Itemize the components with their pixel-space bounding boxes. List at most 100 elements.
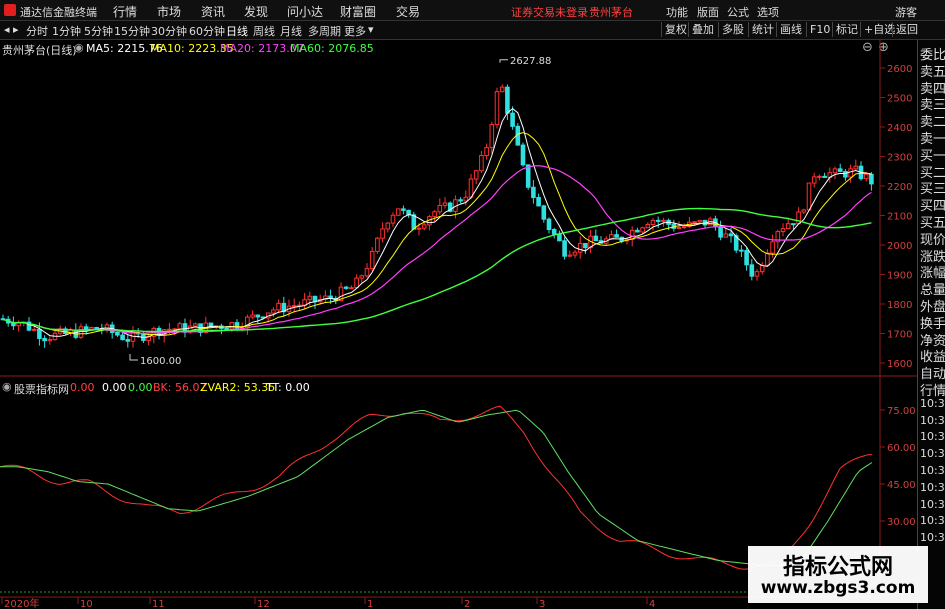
high-price-label: 2627.88 (510, 56, 551, 67)
candle-body (744, 250, 749, 266)
price-tick-label: 2500 (887, 94, 912, 105)
indicator-tick-label: 60.00 (887, 443, 916, 454)
candle-body (390, 214, 396, 224)
candle-body (364, 268, 370, 277)
candle-body (463, 196, 469, 202)
candle-body (676, 226, 682, 229)
candle-body (837, 168, 843, 172)
candle-body (94, 326, 99, 330)
candle-body (167, 328, 172, 331)
watermark-title: 指标公式网 (782, 555, 893, 580)
price-tick-label: 1600 (887, 359, 912, 370)
low-marker (129, 354, 138, 361)
candle-body (869, 173, 874, 185)
date-tick-label: 1 (367, 599, 373, 609)
date-tick-label: 2020年 (4, 597, 39, 609)
zvar2-indicator-line (0, 409, 873, 566)
candle-body (796, 211, 801, 225)
candle-body (577, 243, 583, 253)
side-panel-label: 10:31 (920, 514, 945, 528)
candle-body (557, 233, 562, 242)
candle-body (193, 323, 198, 327)
candle-body (307, 295, 313, 301)
candle-body (437, 204, 443, 213)
candle-body (863, 173, 869, 180)
price-axis: 2600 2500 2400 2300 2200 2100 2000 1900 1800 1700… (880, 64, 916, 528)
chart-grid (0, 40, 917, 597)
price-tick-label: 1900 (887, 271, 912, 282)
watermark-box: 指标公式网 www.zbgs3.com (748, 546, 928, 603)
candle-body (42, 337, 47, 342)
candle-body (562, 240, 567, 257)
price-tick-label: 2600 (887, 64, 912, 75)
candle-body (536, 197, 541, 207)
side-panel-label: 10:31 (920, 464, 945, 477)
candle-body (494, 91, 500, 126)
candle-body (421, 224, 427, 229)
date-tick-label: 3 (539, 599, 545, 609)
candle-body (359, 275, 365, 279)
candle-body (47, 339, 53, 342)
quote-side-panel: 委比 卖五 卖四 卖三 卖二 卖一 买一 买二 买三 买四 买五 现价 涨跌 涨幅 总量 外盘 换手 净资 收益 自动… (917, 40, 945, 609)
candle-body (385, 222, 391, 230)
candle-body (395, 208, 401, 216)
candle-body (531, 186, 536, 199)
side-panel-label: 10:31 (920, 531, 945, 545)
date-tick-label: 10 (80, 599, 93, 609)
candle-body (572, 251, 578, 256)
candle-body (349, 287, 354, 290)
candle-body (505, 86, 510, 114)
candle-body (375, 237, 380, 252)
price-tick-label: 1700 (887, 330, 912, 341)
date-tick-label: 4 (649, 599, 655, 609)
candle-body (697, 219, 703, 223)
candle-body (723, 233, 729, 238)
candle-body (255, 314, 261, 318)
candle-body (765, 252, 770, 266)
side-panel-label: 10:31 (920, 497, 945, 511)
candle-body (655, 219, 661, 222)
candle-body (37, 328, 42, 339)
candle-body (832, 168, 838, 174)
price-tick-label: 2200 (887, 182, 912, 193)
side-panel-label: 10:31 (920, 447, 945, 461)
candle-body (593, 235, 599, 242)
candle-body (567, 254, 573, 257)
price-tick-label: 2000 (887, 241, 912, 252)
candle-body (801, 209, 807, 213)
candle-body (749, 264, 755, 277)
ma5-line (2, 107, 872, 339)
price-tick-label: 2400 (887, 123, 912, 134)
side-panel-label: 10:31 (920, 430, 945, 444)
candle-body (130, 332, 136, 342)
candle-body (120, 334, 125, 341)
ma-lines: 2627.88 1600.00 (2, 56, 872, 367)
candle-body (739, 249, 744, 252)
candle-body (822, 175, 827, 178)
candle-body (650, 219, 656, 226)
candle-body (83, 326, 89, 330)
date-tick-label: 11 (152, 599, 165, 609)
candle-body (177, 323, 183, 330)
candle-body (520, 144, 526, 166)
candle-body (302, 299, 307, 306)
candle-body (640, 227, 645, 233)
candle-body (780, 228, 786, 233)
price-tick-label: 1800 (887, 300, 912, 311)
candle-body (401, 208, 406, 211)
candle-body (89, 326, 94, 330)
candle-body (125, 339, 131, 342)
candle-body (661, 219, 666, 222)
candle-body (224, 327, 229, 330)
ma10-line (2, 132, 872, 337)
candle-body (104, 324, 110, 330)
candle-body (692, 221, 697, 224)
candle-body (583, 243, 588, 249)
candle-body (645, 224, 651, 229)
candlestick-series[interactable] (0, 84, 874, 348)
candle-body (369, 250, 375, 270)
candle-body (718, 226, 723, 238)
charts-svg[interactable]: 2627.881600.00 2600250024002300220021002… (0, 0, 945, 609)
candle-body (250, 314, 255, 318)
side-panel-label: 10:31 (920, 413, 945, 427)
